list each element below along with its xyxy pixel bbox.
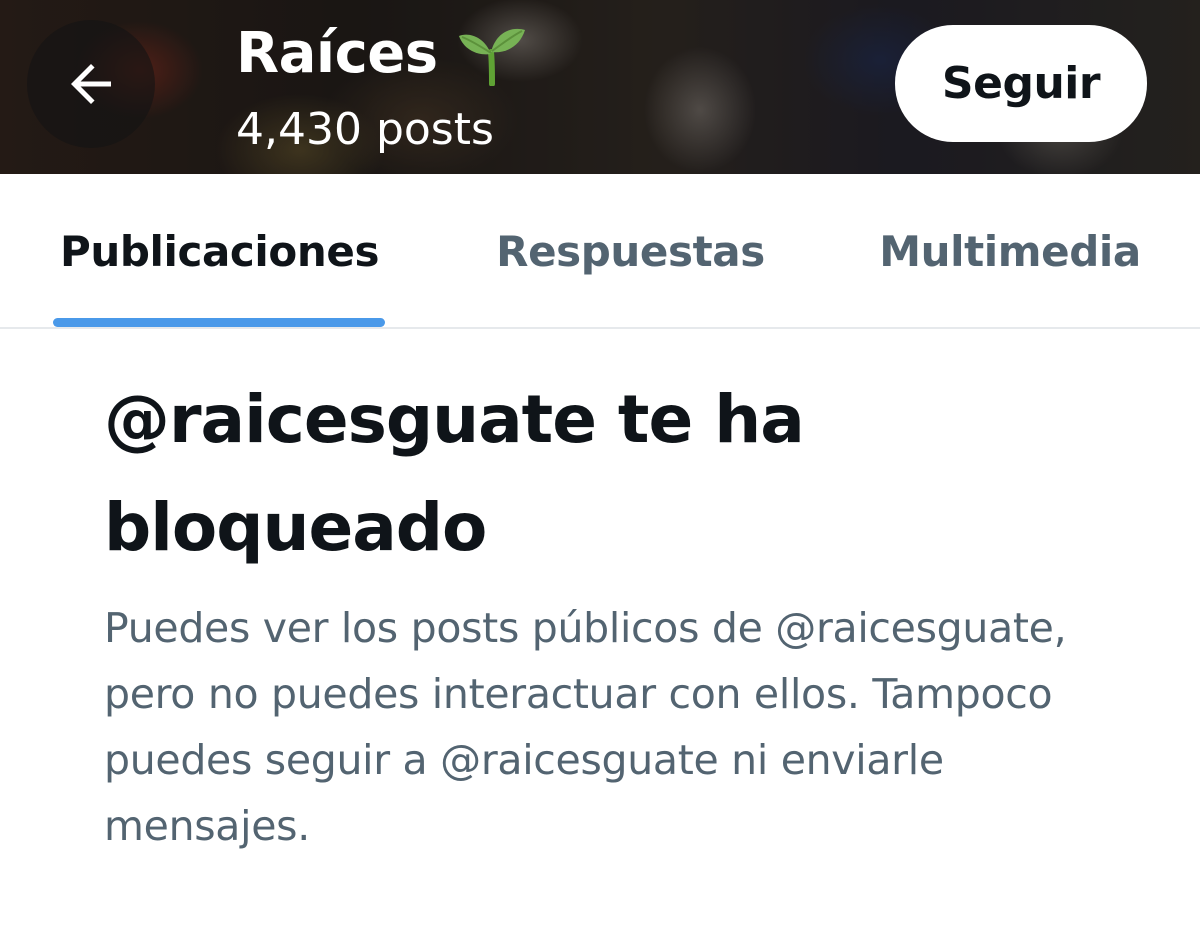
post-count: 4,430 posts xyxy=(236,104,494,155)
blocked-description: Puedes ver los posts públicos de @raices… xyxy=(104,604,1067,850)
blocked-title: @raicesguate te ha bloqueado xyxy=(104,381,805,566)
tab-respuestas[interactable]: Respuestas xyxy=(478,174,783,329)
profile-tabs: Publicaciones Respuestas Multimedia xyxy=(0,174,1200,329)
profile-name-text: Raíces xyxy=(236,21,438,86)
tab-publicaciones[interactable]: Publicaciones xyxy=(54,174,385,329)
arrow-left-icon xyxy=(71,64,111,104)
active-tab-indicator xyxy=(53,318,385,327)
follow-button[interactable]: Seguir xyxy=(895,25,1147,142)
tab-multimedia[interactable]: Multimedia xyxy=(868,174,1152,329)
back-button[interactable] xyxy=(27,20,155,148)
seedling-icon xyxy=(458,28,525,86)
profile-header-banner: Raíces 4,430 posts Seguir xyxy=(0,0,1200,174)
profile-name: Raíces xyxy=(236,20,528,88)
